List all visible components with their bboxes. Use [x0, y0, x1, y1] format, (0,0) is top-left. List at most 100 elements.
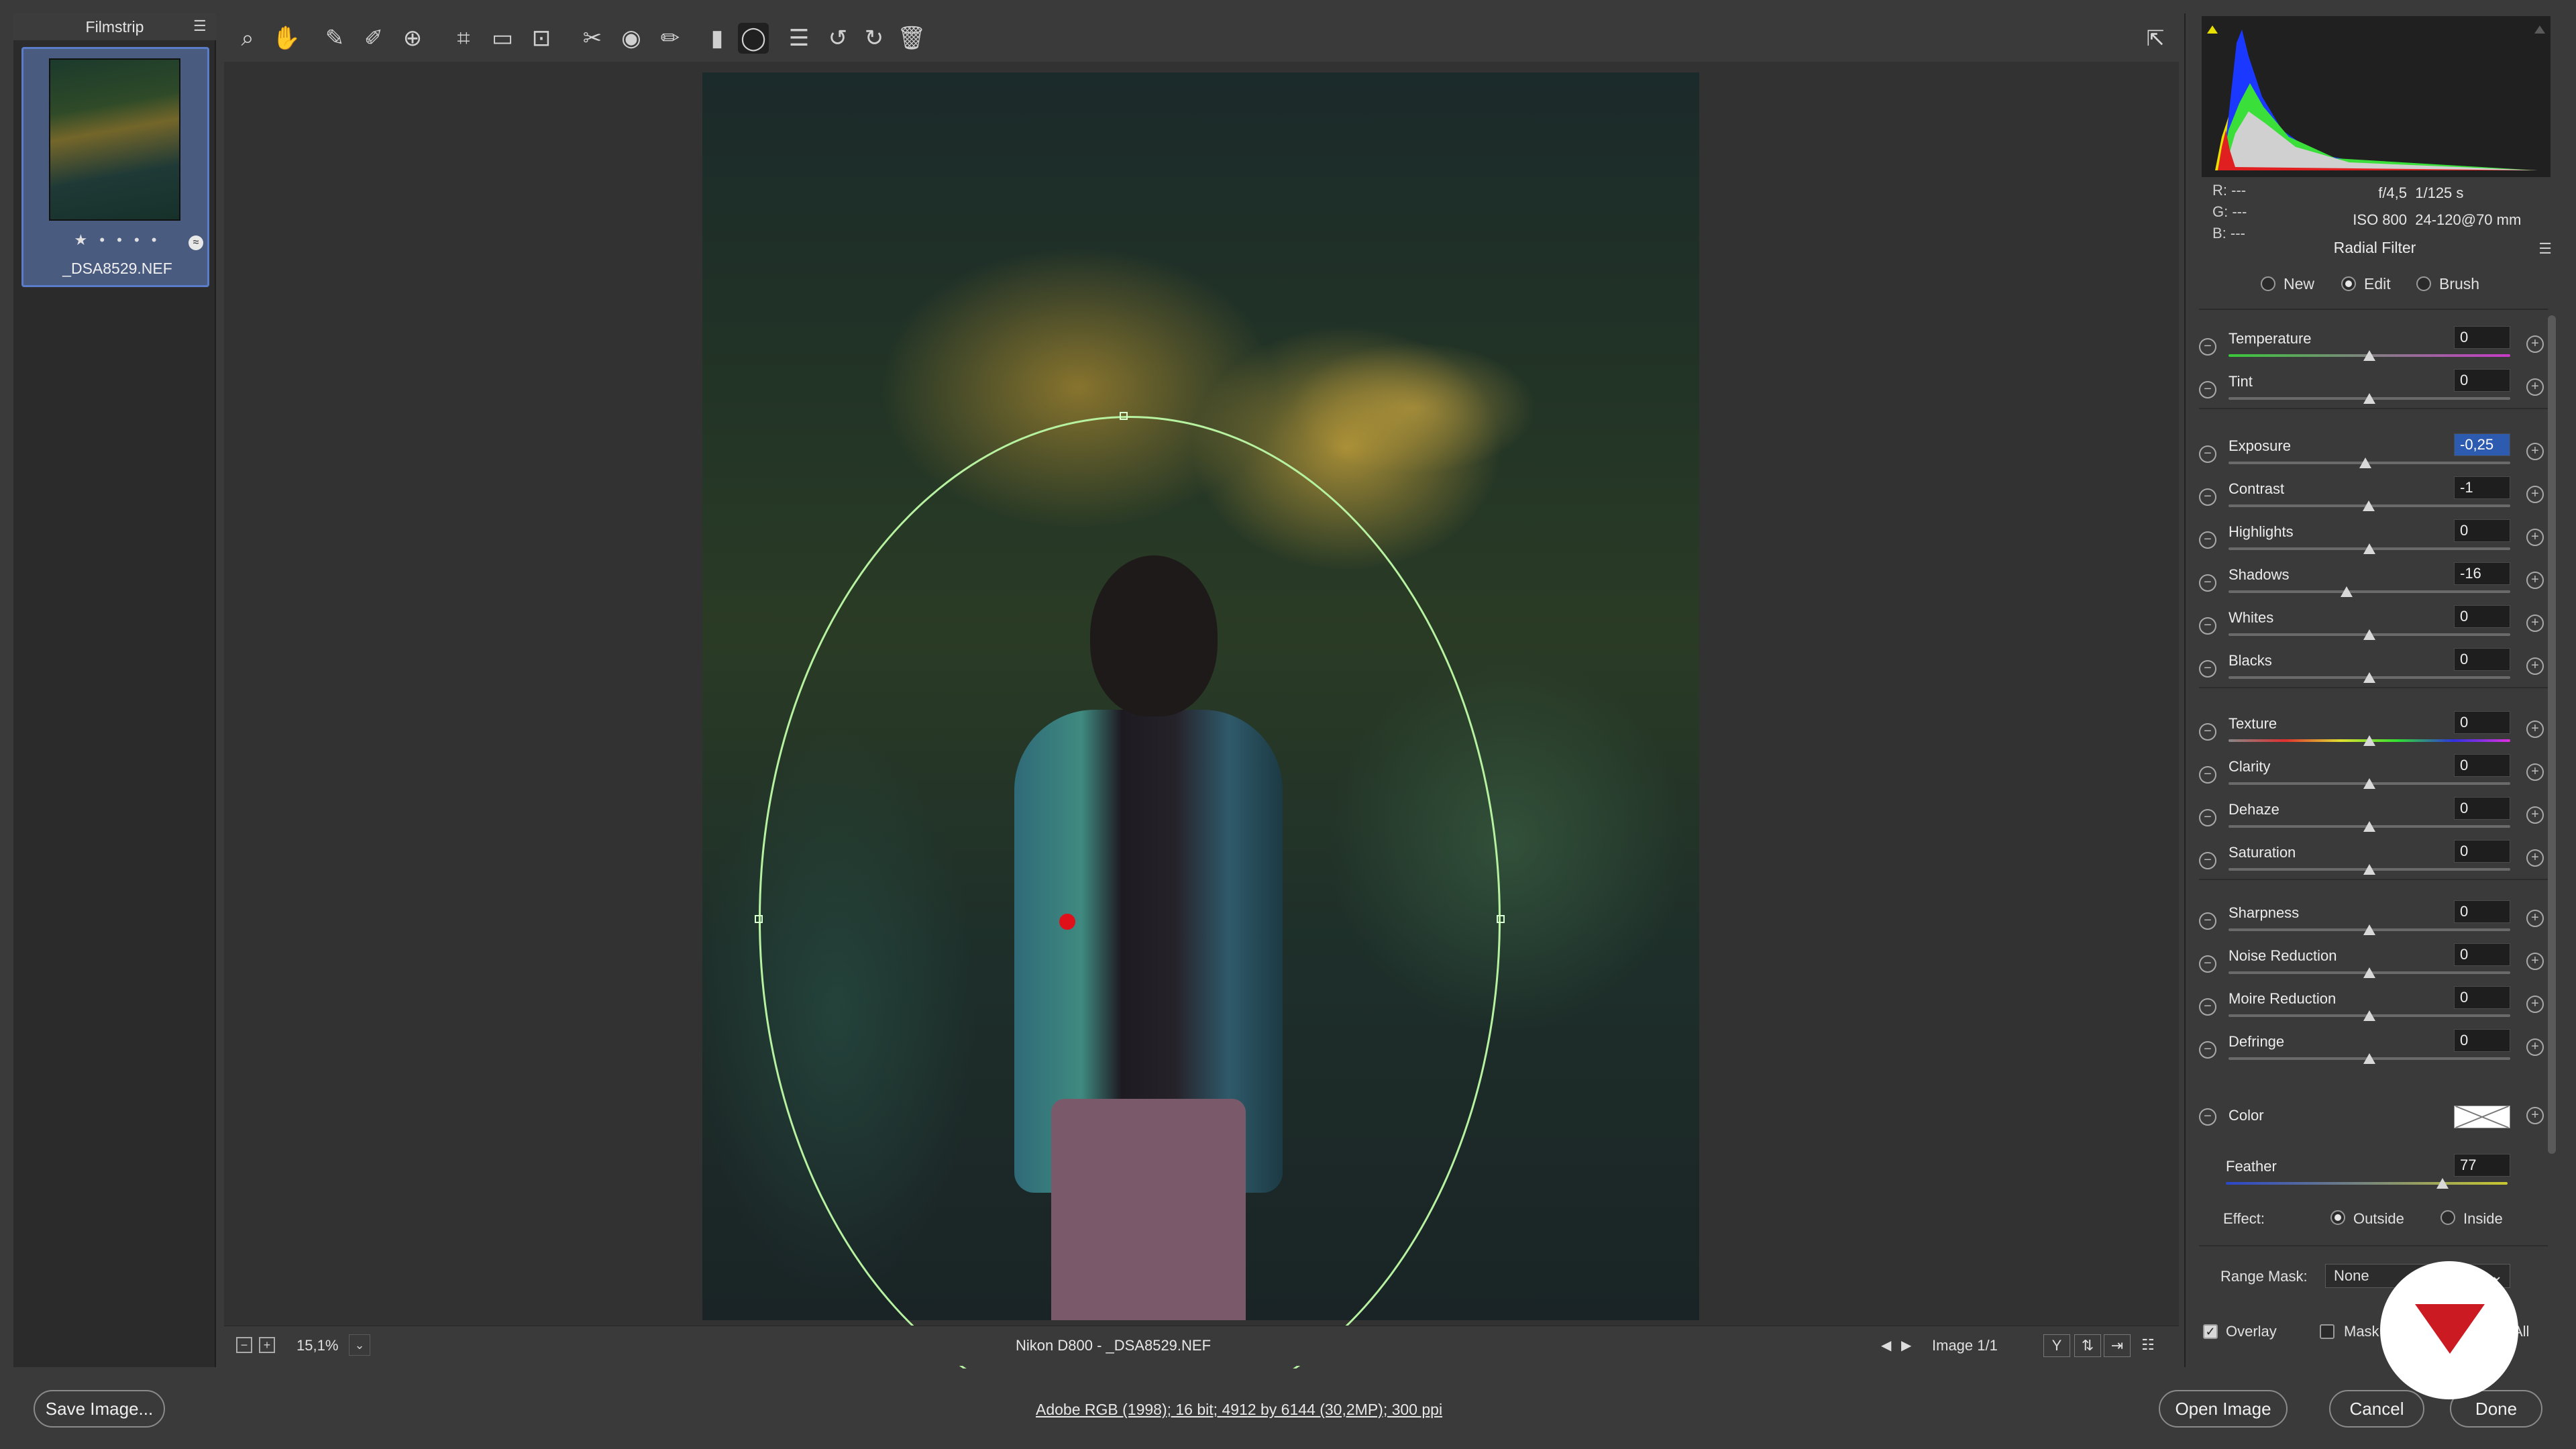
overlay-label[interactable]: Overlay: [2226, 1323, 2277, 1340]
slider-value-field[interactable]: 0: [2454, 519, 2510, 542]
slider-thumb[interactable]: [2359, 458, 2371, 468]
fullscreen-toggle-icon[interactable]: ⇱: [2140, 23, 2171, 54]
previous-image-icon[interactable]: ◀: [1881, 1337, 1891, 1354]
ellipse-handle-right[interactable]: [1497, 915, 1505, 923]
zoom-dropdown-icon[interactable]: ⌄: [349, 1334, 370, 1356]
transform-icon[interactable]: ⊡: [526, 23, 557, 54]
slider-value-field[interactable]: 0: [2454, 986, 2510, 1009]
trash-icon[interactable]: 🗑: [896, 23, 927, 54]
slider-value-field[interactable]: 0: [2454, 605, 2510, 628]
slider-minus-button[interactable]: −: [2199, 617, 2216, 635]
slider-plus-button[interactable]: +: [2526, 614, 2544, 632]
color-swatch[interactable]: [2454, 1106, 2510, 1128]
overlay-checkbox[interactable]: ✓: [2203, 1324, 2218, 1339]
slider-thumb[interactable]: [2363, 672, 2375, 683]
slider-thumb[interactable]: [2363, 778, 2375, 789]
slider-plus-button[interactable]: +: [2526, 849, 2544, 867]
presets-icon[interactable]: ☰: [784, 23, 814, 54]
slider-thumb[interactable]: [2363, 1010, 2375, 1021]
preview-preferences-icon[interactable]: ☷: [2135, 1334, 2161, 1357]
mode-brush-label[interactable]: Brush: [2439, 275, 2479, 293]
effect-outside-radio[interactable]: [2330, 1210, 2345, 1225]
crop-icon[interactable]: ⌗: [448, 23, 479, 54]
slider-minus-button[interactable]: −: [2199, 912, 2216, 930]
slider-value-field[interactable]: 0: [2454, 754, 2510, 777]
slider-minus-button[interactable]: −: [2199, 852, 2216, 869]
hand-icon[interactable]: ✋: [271, 23, 302, 54]
filmstrip-thumbnail[interactable]: ★ • • • • ≈ _DSA8529.NEF: [21, 47, 209, 287]
thumbnail-image[interactable]: [49, 58, 180, 221]
slider-plus-button[interactable]: +: [2526, 378, 2544, 396]
mode-edit-radio[interactable]: [2341, 276, 2356, 291]
radial-filter-icon[interactable]: ◯: [738, 23, 769, 54]
zoom-icon[interactable]: ⌕: [232, 23, 263, 54]
targeted-adjustment-icon[interactable]: ⊕: [397, 23, 428, 54]
before-after-toggle-icon[interactable]: Y: [2043, 1334, 2070, 1357]
slider-value-field[interactable]: -1: [2454, 476, 2510, 499]
slider-plus-button[interactable]: +: [2526, 806, 2544, 824]
slider-value-field[interactable]: 0: [2454, 648, 2510, 671]
image-canvas[interactable]: [224, 62, 2179, 1422]
mask-checkbox[interactable]: [2320, 1324, 2334, 1339]
slider-plus-button[interactable]: +: [2526, 529, 2544, 546]
red-eye-icon[interactable]: ◉: [616, 23, 647, 54]
graduated-filter-icon[interactable]: ▮: [702, 23, 733, 54]
slider-minus-button[interactable]: −: [2199, 338, 2216, 356]
slider-thumb[interactable]: [2363, 629, 2375, 640]
slider-plus-button[interactable]: +: [2526, 1038, 2544, 1056]
feather-slider-thumb[interactable]: [2436, 1178, 2449, 1189]
slider-value-field[interactable]: 0: [2454, 943, 2510, 966]
slider-thumb[interactable]: [2363, 735, 2375, 746]
effect-inside-radio[interactable]: [2440, 1210, 2455, 1225]
slider-minus-button[interactable]: −: [2199, 660, 2216, 678]
slider-plus-button[interactable]: +: [2526, 953, 2544, 970]
spot-removal-icon[interactable]: ✂: [577, 23, 608, 54]
slider-thumb[interactable]: [2363, 1053, 2375, 1064]
effect-inside-label[interactable]: Inside: [2463, 1210, 2503, 1228]
color-plus-button[interactable]: +: [2526, 1107, 2544, 1124]
save-image-button[interactable]: Save Image...: [34, 1390, 165, 1428]
slider-plus-button[interactable]: +: [2526, 657, 2544, 675]
effect-outside-label[interactable]: Outside: [2353, 1210, 2404, 1228]
ellipse-handle-left[interactable]: [755, 915, 763, 923]
mask-label[interactable]: Mask: [2344, 1323, 2379, 1340]
slider-track[interactable]: [2229, 590, 2510, 593]
slider-plus-button[interactable]: +: [2526, 486, 2544, 503]
slider-minus-button[interactable]: −: [2199, 488, 2216, 506]
photo-preview[interactable]: [702, 72, 1699, 1422]
workflow-options-link[interactable]: Adobe RGB (1998); 16 bit; 4912 by 6144 (…: [1036, 1401, 1442, 1419]
feather-value-field[interactable]: 77: [2454, 1154, 2510, 1177]
white-balance-icon[interactable]: ✎: [319, 23, 350, 54]
slider-plus-button[interactable]: +: [2526, 763, 2544, 781]
slider-plus-button[interactable]: +: [2526, 720, 2544, 738]
slider-minus-button[interactable]: −: [2199, 531, 2216, 549]
slider-value-field[interactable]: 0: [2454, 840, 2510, 863]
slider-plus-button[interactable]: +: [2526, 572, 2544, 589]
slider-minus-button[interactable]: −: [2199, 574, 2216, 592]
slider-minus-button[interactable]: −: [2199, 998, 2216, 1016]
next-image-icon[interactable]: ▶: [1901, 1337, 1911, 1354]
cancel-button[interactable]: Cancel: [2329, 1390, 2424, 1428]
slider-value-field[interactable]: 0: [2454, 369, 2510, 392]
ellipse-handle-top[interactable]: [1120, 412, 1128, 420]
slider-thumb[interactable]: [2363, 393, 2375, 404]
slider-value-field[interactable]: -0,25: [2454, 433, 2510, 456]
slider-value-field[interactable]: 0: [2454, 797, 2510, 820]
radial-filter-ellipse[interactable]: [759, 416, 1501, 1422]
color-minus-button[interactable]: −: [2199, 1108, 2216, 1126]
feather-slider-track[interactable]: [2226, 1182, 2508, 1185]
zoom-out-button[interactable]: −: [236, 1337, 252, 1353]
slider-value-field[interactable]: 0: [2454, 1029, 2510, 1052]
copy-settings-icon[interactable]: ⇥: [2104, 1334, 2131, 1357]
straighten-icon[interactable]: ▭: [487, 23, 518, 54]
slider-minus-button[interactable]: −: [2199, 723, 2216, 741]
slider-thumb[interactable]: [2363, 864, 2375, 875]
slider-minus-button[interactable]: −: [2199, 381, 2216, 398]
filmstrip-menu-icon[interactable]: ☰: [193, 19, 209, 34]
slider-thumb[interactable]: [2363, 821, 2375, 832]
slider-plus-button[interactable]: +: [2526, 996, 2544, 1013]
slider-value-field[interactable]: 0: [2454, 900, 2510, 923]
slider-plus-button[interactable]: +: [2526, 443, 2544, 460]
slider-thumb[interactable]: [2341, 586, 2353, 597]
slider-thumb[interactable]: [2362, 500, 2375, 511]
